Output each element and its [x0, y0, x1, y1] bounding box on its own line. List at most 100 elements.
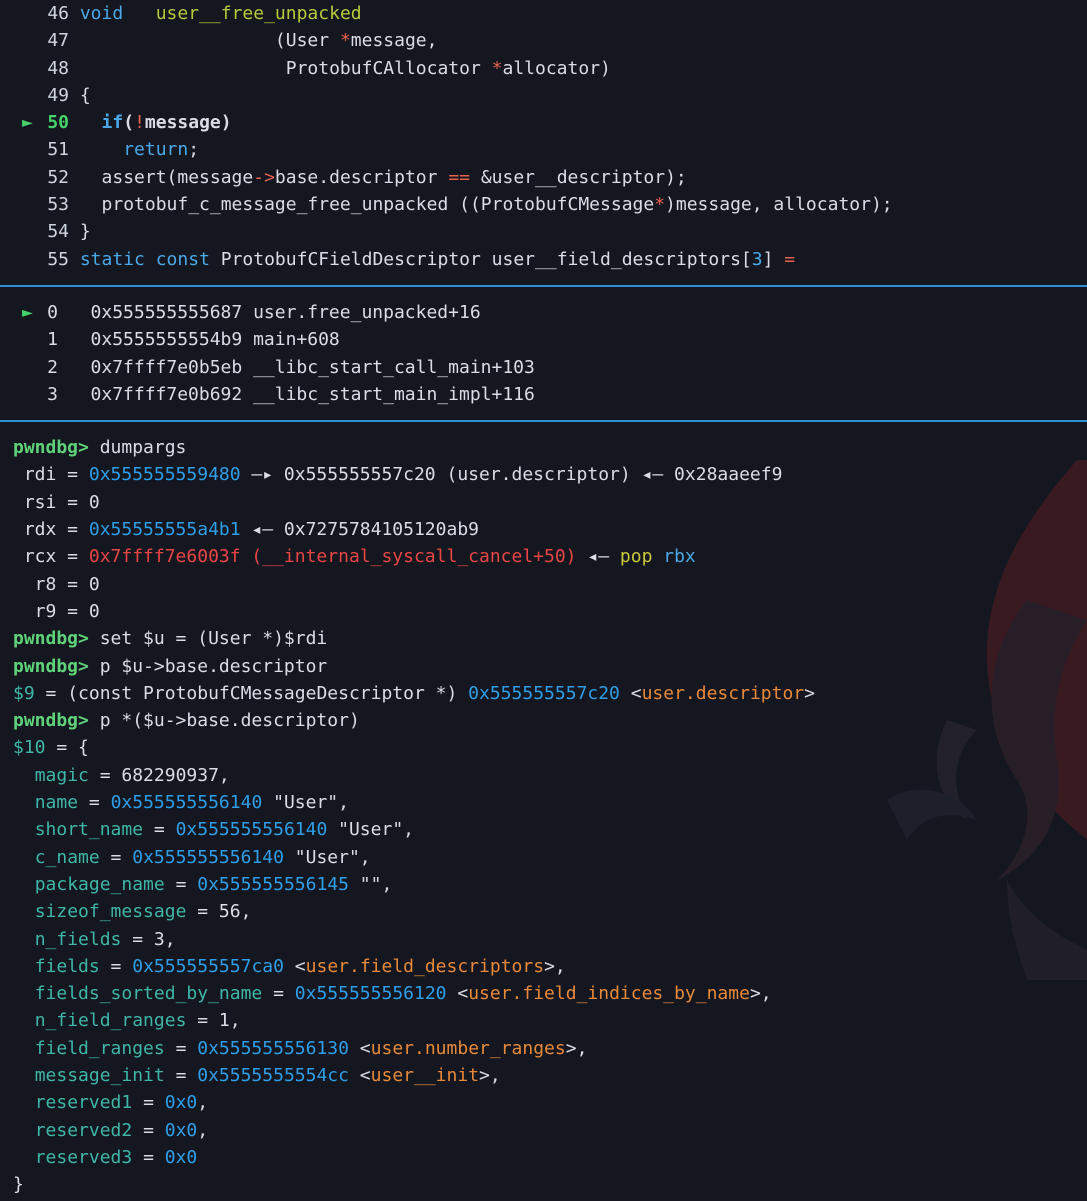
console-token: rdx =	[13, 519, 89, 541]
code-token: assert(message	[79, 166, 254, 188]
line-number: 54	[47, 221, 69, 243]
code-token: )message, allocator);	[665, 194, 893, 216]
frame-index: 2	[47, 356, 58, 378]
line-number: 53	[47, 194, 69, 216]
console-token	[13, 1092, 35, 1113]
console-line: reserved1 = 0x0,	[0, 1089, 1087, 1116]
console-token: 0x0	[164, 1146, 198, 1168]
console-token: >	[804, 682, 815, 704]
source-line: 51 return;	[0, 136, 1087, 163]
frame-address: 0x7ffff7e0b692	[90, 383, 243, 405]
console-token	[13, 792, 35, 813]
console-token: —▸ 0x555555557c20 (user.descriptor) ◂— 0…	[240, 464, 783, 486]
backtrace-frame[interactable]: 1 0x5555555554b9 main+608	[0, 326, 1087, 353]
console-token: <	[446, 983, 469, 1005]
code-token: 3	[751, 248, 763, 270]
console-token: =	[132, 1146, 165, 1168]
code-token: void	[79, 3, 124, 24]
console-token: =	[143, 819, 176, 841]
console-token: ,	[197, 1119, 209, 1141]
console-line: message_init = 0x5555555554cc <user__ini…	[0, 1062, 1087, 1089]
console-line: rdx = 0x55555555a4b1 ◂— 0x7275784105120a…	[0, 516, 1087, 543]
console-token	[13, 956, 35, 977]
console-token	[13, 983, 35, 1004]
console-token: 0x0	[164, 1092, 198, 1114]
console-token	[13, 929, 35, 950]
console-token: reserved2	[34, 1119, 133, 1141]
pwndbg-prompt: pwndbg>	[13, 655, 89, 677]
console-token: 0x0	[164, 1119, 198, 1141]
console-line: n_field_ranges = 1,	[0, 1007, 1087, 1034]
console-token: package_name	[34, 873, 165, 895]
line-number: 47	[47, 30, 69, 52]
current-line-marker: ►	[22, 112, 33, 134]
console-line: r9 = 0	[0, 598, 1087, 625]
section-separator	[0, 420, 1087, 423]
code-token: ->	[253, 166, 275, 188]
console-token: "",	[348, 873, 393, 895]
console-token: 0x555555556120	[294, 983, 447, 1005]
code-token: *	[339, 30, 351, 52]
console-token: =	[164, 873, 198, 895]
console-token: $9	[13, 682, 35, 704]
console-token: 0x55555555a4b1	[88, 519, 241, 541]
console-token: set $u = (User *)$rdi	[88, 628, 328, 650]
console-line: short_name = 0x555555556140 "User",	[0, 816, 1087, 843]
console-token: = {	[45, 737, 89, 759]
backtrace-frame[interactable]: ► 0 0x555555555687 user.free_unpacked+16	[0, 299, 1087, 326]
console-token	[652, 546, 663, 567]
console-line: pwndbg> dumpargs	[0, 434, 1087, 461]
console-token: r9 = 0	[13, 600, 100, 622]
frame-index: 1	[47, 329, 58, 351]
code-token: =	[784, 248, 796, 270]
code-token: !	[134, 112, 145, 134]
console-token: 0x555555556140	[132, 846, 284, 868]
code-token: (User	[79, 30, 340, 52]
console-line: r8 = 0	[0, 571, 1087, 598]
backtrace-frame[interactable]: 3 0x7ffff7e0b692 __libc_start_main_impl+…	[0, 381, 1087, 408]
console-line: reserved3 = 0x0	[0, 1144, 1087, 1171]
console-token: =	[132, 1119, 165, 1141]
console-token: reserved1	[34, 1092, 133, 1114]
console-token: >,	[749, 983, 772, 1005]
frame-symbol: user.free_unpacked+16	[253, 301, 481, 323]
console-line: rdi = 0x555555559480 —▸ 0x555555557c20 (…	[0, 461, 1087, 488]
terminal: 46 void user__free_unpacked 47 (User *mes…	[0, 0, 1087, 1198]
frame-address: 0x7ffff7e0b5eb	[90, 356, 243, 378]
console-token	[13, 1038, 35, 1059]
code-token: message,	[350, 30, 438, 52]
console-token: }	[13, 1174, 24, 1196]
console-line: }	[0, 1171, 1087, 1198]
backtrace-frame[interactable]: 2 0x7ffff7e0b5eb __libc_start_call_main+…	[0, 354, 1087, 381]
console-token: ◂—	[576, 546, 620, 568]
code-token: if	[101, 112, 124, 134]
console-line: reserved2 = 0x0,	[0, 1117, 1087, 1144]
frame-address: 0x5555555554b9	[90, 329, 243, 351]
pwndbg-prompt: pwndbg>	[13, 628, 89, 650]
console-token	[13, 1065, 35, 1086]
console-token	[13, 765, 35, 786]
console-token: ,	[197, 1092, 209, 1114]
console-token: =	[132, 1092, 165, 1114]
console-token: r8 = 0	[13, 573, 100, 595]
console-token: = (const ProtobufCMessageDescriptor *)	[34, 682, 469, 704]
code-token: ==	[448, 166, 470, 188]
console-token: 0x555555559480	[88, 464, 241, 486]
console-token: user.number_ranges	[370, 1037, 566, 1059]
console-token: name	[34, 792, 79, 814]
code-token: const	[155, 248, 210, 270]
console-line: n_fields = 3,	[0, 926, 1087, 953]
console-token: <	[619, 682, 642, 704]
console-token: <	[283, 955, 306, 977]
console-line: rcx = 0x7ffff7e6003f (__internal_syscall…	[0, 543, 1087, 570]
frame-symbol: main+608	[253, 329, 340, 351]
console-token: c_name	[34, 846, 100, 868]
console-token: =	[164, 1037, 198, 1059]
console-token	[13, 901, 35, 922]
source-line: 55 static const ProtobufCFieldDescriptor…	[0, 246, 1087, 273]
console-line: fields_sorted_by_name = 0x555555556120 <…	[0, 980, 1087, 1007]
console-token: =	[262, 983, 295, 1005]
console-line: field_ranges = 0x555555556130 <user.numb…	[0, 1035, 1087, 1062]
